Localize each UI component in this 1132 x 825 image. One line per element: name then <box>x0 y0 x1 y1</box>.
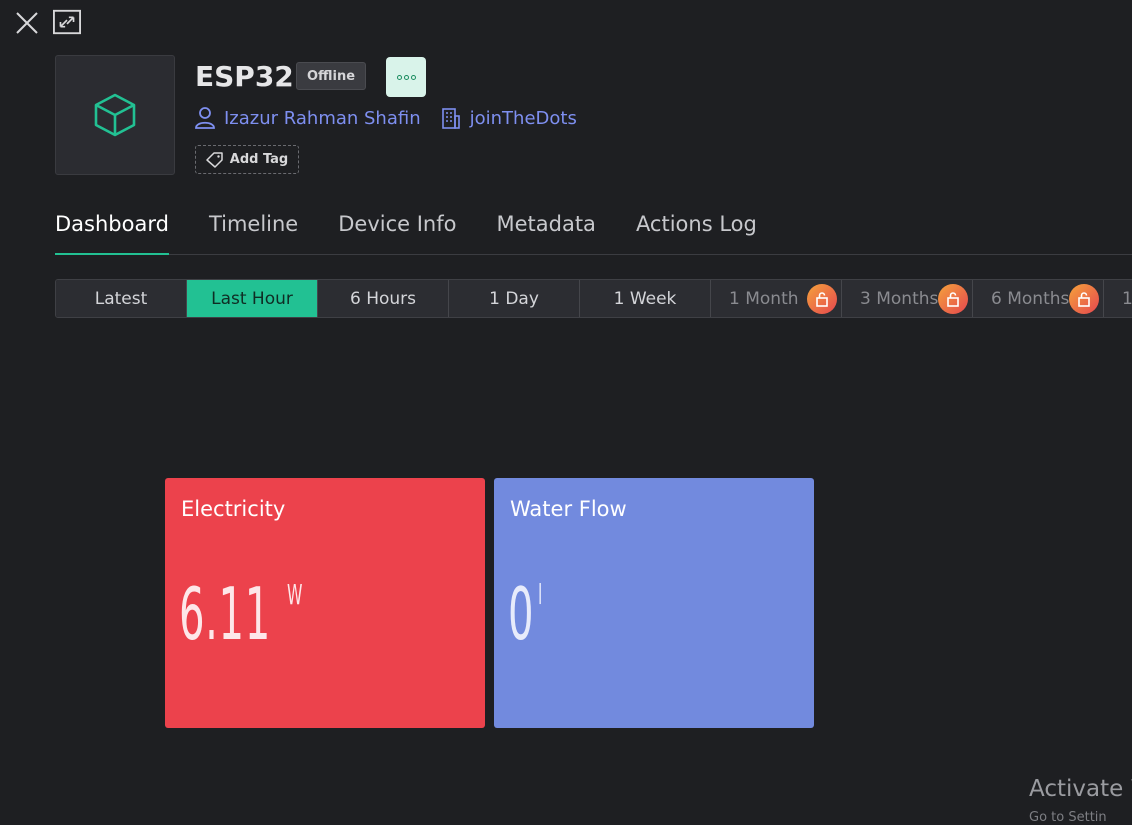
close-icon <box>16 12 38 34</box>
user-icon <box>195 107 215 129</box>
lock-icon <box>938 284 968 314</box>
range-last-hour[interactable]: Last Hour <box>187 280 318 317</box>
add-tag-button[interactable]: Add Tag <box>195 145 299 174</box>
value-number: 0 <box>508 572 535 656</box>
more-button[interactable] <box>386 57 426 97</box>
range-label: 6 Months <box>991 288 1070 309</box>
tab-dashboard[interactable]: Dashboard <box>55 206 169 255</box>
range-6-hours[interactable]: 6 Hours <box>318 280 449 317</box>
device-name: ESP32 <box>195 60 294 93</box>
range-3-months[interactable]: 3 Months <box>842 280 973 317</box>
widget-title: Electricity <box>181 497 286 521</box>
range-1-day[interactable]: 1 Day <box>449 280 580 317</box>
widget-value: 6.11 W <box>179 578 312 650</box>
range-label: 3 Months <box>860 288 939 309</box>
tag-icon <box>206 151 223 168</box>
value-unit: W <box>287 578 303 611</box>
widget-title: Water Flow <box>510 497 627 521</box>
device-thumbnail <box>55 55 175 175</box>
owner-link[interactable]: Izazur Rahman Shafin <box>195 107 421 129</box>
close-button[interactable] <box>13 9 41 37</box>
status-badge: Offline <box>296 62 367 90</box>
range-1-week[interactable]: 1 Week <box>580 280 711 317</box>
range-label: 1 Week <box>613 288 677 309</box>
range-label: 1 <box>1122 288 1132 309</box>
organization-link[interactable]: joinTheDots <box>441 107 577 129</box>
range-label: Latest <box>94 288 148 309</box>
tab-actions-log[interactable]: Actions Log <box>636 206 757 254</box>
range-label: 1 Day <box>489 288 539 309</box>
lock-icon <box>1069 284 1099 314</box>
range-1-month[interactable]: 1 Month <box>711 280 842 317</box>
widget-electricity[interactable]: Electricity 6.11 W <box>165 478 485 728</box>
device-tabs: Dashboard Timeline Device Info Metadata … <box>55 206 1132 255</box>
time-range-selector: Latest Last Hour 6 Hours 1 Day 1 Week 1 … <box>55 279 1132 318</box>
value-unit: l <box>538 578 543 611</box>
organization-name: joinTheDots <box>469 107 577 129</box>
widget-water-flow[interactable]: Water Flow 0 l <box>494 478 814 728</box>
owner-row: Izazur Rahman Shafin joinTheDots <box>195 105 597 131</box>
range-label: Last Hour <box>211 288 293 309</box>
value-number: 6.11 <box>179 572 271 656</box>
expand-button[interactable] <box>53 8 81 36</box>
more-icon <box>396 74 402 80</box>
widget-value: 0 l <box>508 578 545 650</box>
lock-icon <box>807 284 837 314</box>
range-label: 1 Month <box>729 288 799 309</box>
range-1-year[interactable]: 1 <box>1104 280 1132 317</box>
cube-icon <box>94 93 136 137</box>
add-tag-label: Add Tag <box>229 152 289 167</box>
activation-watermark-title: Activate W <box>1029 776 1132 802</box>
range-latest[interactable]: Latest <box>56 280 187 317</box>
tab-metadata[interactable]: Metadata <box>496 206 595 254</box>
tab-device-info[interactable]: Device Info <box>338 206 456 254</box>
range-6-months[interactable]: 6 Months <box>973 280 1104 317</box>
expand-icon <box>53 9 81 35</box>
tab-timeline[interactable]: Timeline <box>209 206 298 254</box>
activation-watermark-subtitle: Go to Settin <box>1029 810 1107 825</box>
building-icon <box>441 108 460 129</box>
range-label: 6 Hours <box>349 288 417 309</box>
owner-name: Izazur Rahman Shafin <box>224 107 421 129</box>
